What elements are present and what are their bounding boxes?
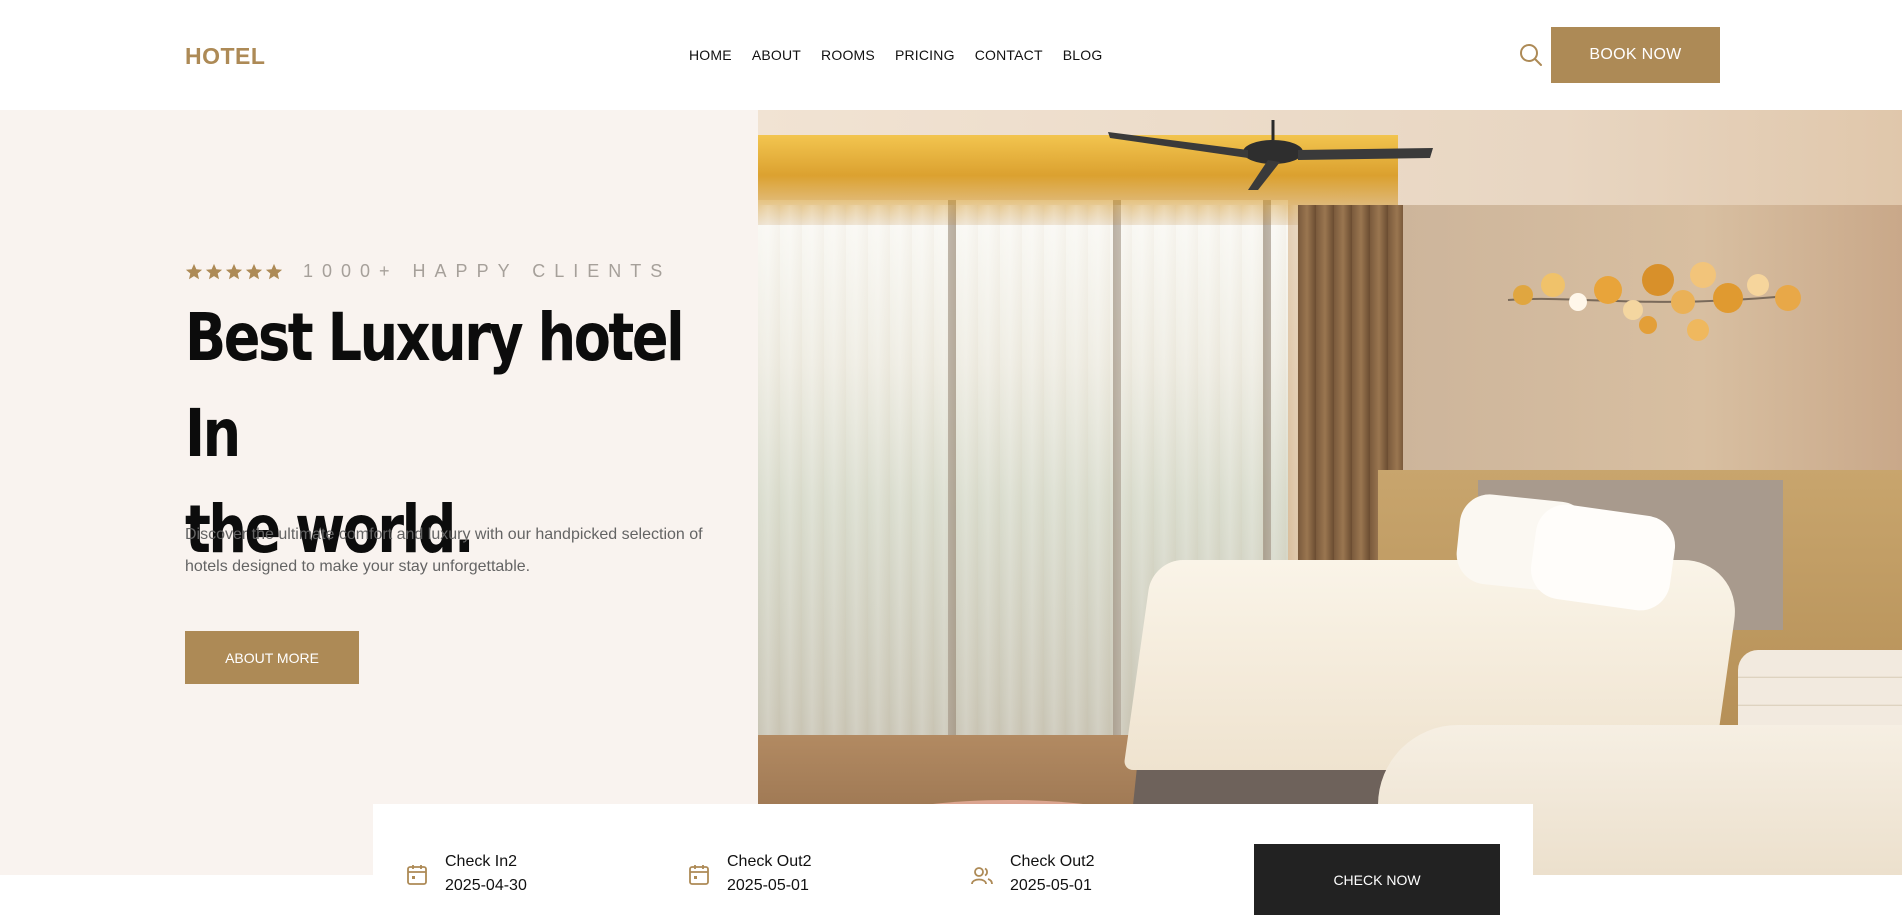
star-icon xyxy=(185,263,203,279)
nav-about[interactable]: ABOUT xyxy=(752,47,801,63)
check-out-label: Check Out2 xyxy=(727,853,812,870)
booking-bar: Check In2 2025-04-30 Check Out2 2025-05-… xyxy=(373,804,1533,915)
check-in-value: 2025-04-30 xyxy=(445,877,527,894)
site-header: HOTEL HOME ABOUT ROOMS PRICING CONTACT B… xyxy=(0,0,1902,110)
about-more-button[interactable]: ABOUT MORE xyxy=(185,631,359,684)
guests-field[interactable]: Check Out2 2025-05-01 xyxy=(971,850,1094,898)
calendar-icon xyxy=(689,865,709,885)
guests-value: 2025-05-01 xyxy=(1010,877,1092,894)
hero-description: Discover the ultimate comfort and luxury… xyxy=(185,526,703,575)
nav-rooms[interactable]: ROOMS xyxy=(821,47,875,63)
star-icon xyxy=(265,263,283,279)
check-now-button[interactable]: CHECK NOW xyxy=(1254,844,1500,915)
book-now-button[interactable]: BOOK NOW xyxy=(1551,27,1720,83)
happy-clients-text: 1000+ HAPPY CLIENTS xyxy=(303,261,672,281)
nav-pricing[interactable]: PRICING xyxy=(895,47,955,63)
main-nav: HOME ABOUT ROOMS PRICING CONTACT BLOG xyxy=(689,47,1122,63)
nav-contact[interactable]: CONTACT xyxy=(975,47,1043,63)
users-icon xyxy=(971,867,993,885)
star-icon xyxy=(205,263,223,279)
star-icon xyxy=(245,263,263,279)
rating-stars xyxy=(185,263,283,281)
check-in-label: Check In2 xyxy=(445,853,518,870)
logo[interactable]: HOTEL xyxy=(185,43,265,70)
search-icon[interactable] xyxy=(1518,42,1544,68)
check-out-field[interactable]: Check Out2 2025-05-01 xyxy=(688,850,811,898)
check-in-field[interactable]: Check In2 2025-04-30 xyxy=(406,850,527,898)
hero-room-image xyxy=(758,110,1902,875)
hero-title-line1: Best Luxury hotel In xyxy=(185,299,685,472)
nav-blog[interactable]: BLOG xyxy=(1063,47,1103,63)
check-out-value: 2025-05-01 xyxy=(727,877,809,894)
rating: 1000+ HAPPY CLIENTS xyxy=(185,261,671,282)
calendar-icon xyxy=(407,865,427,885)
guests-label: Check Out2 xyxy=(1010,853,1095,870)
star-icon xyxy=(225,263,243,279)
nav-home[interactable]: HOME xyxy=(689,47,732,63)
